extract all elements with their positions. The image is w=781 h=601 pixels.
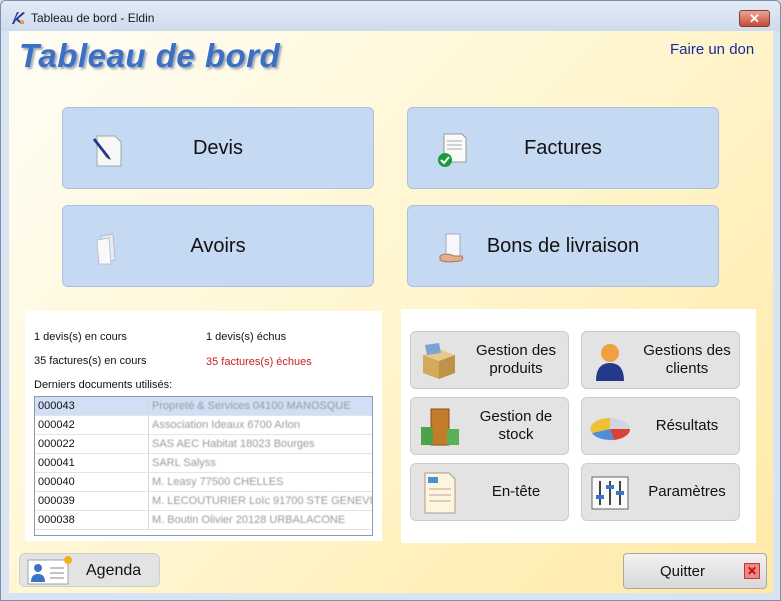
doc-number: 000022 xyxy=(38,438,75,450)
dashboard-area: Tableau de bord Faire un don Devis Factu… xyxy=(9,31,773,593)
doc-client: Propreté & Services 04100 MANOSQUE xyxy=(152,400,351,412)
doc-number: 000041 xyxy=(38,457,75,469)
factures-label: Factures xyxy=(524,137,602,159)
recent-docs-label: Derniers documents utilisés: xyxy=(34,379,173,391)
gestion-produits-button[interactable]: Gestion des produits xyxy=(410,331,569,389)
gestion-stock-button[interactable]: Gestion de stock xyxy=(410,397,569,455)
summary-panel: 1 devis(s) en cours 1 devis(s) échus 35 … xyxy=(25,311,382,541)
app-logo-icon xyxy=(12,12,25,24)
doc-number: 000038 xyxy=(38,514,75,526)
list-item[interactable]: 000022 SAS AEC Habitat 18023 Bourges xyxy=(35,435,372,454)
doc-number: 000043 xyxy=(38,400,75,412)
quit-button[interactable]: Quitter ✕ xyxy=(623,553,767,589)
letterhead-icon xyxy=(424,472,456,514)
devis-en-cours-text: 1 devis(s) en cours xyxy=(34,331,127,343)
column-divider xyxy=(148,492,149,510)
column-divider xyxy=(148,435,149,453)
page-title: Tableau de bord xyxy=(19,37,281,74)
bons-livraison-button[interactable]: Bons de livraison xyxy=(407,205,719,287)
doc-number: 000042 xyxy=(38,419,75,431)
gestion-produits-label: Gestion des produits xyxy=(475,342,557,377)
column-divider xyxy=(148,416,149,434)
doc-client: SARL Salyss xyxy=(152,457,216,469)
recent-docs-list[interactable]: 000043 Propreté & Services 04100 MANOSQUE… xyxy=(34,396,373,536)
list-item[interactable]: 000039 M. LECOUTURIER Loïc 91700 STE GENE… xyxy=(35,492,372,511)
devis-button[interactable]: Devis xyxy=(62,107,374,189)
list-item[interactable]: 000043 Propreté & Services 04100 MANOSQUE xyxy=(35,397,372,416)
gestion-clients-label: Gestions des clients xyxy=(643,342,731,377)
tools-panel: Gestion des produits Gestions des client… xyxy=(401,309,756,543)
column-divider xyxy=(148,473,149,491)
resultats-button[interactable]: Résultats xyxy=(581,397,740,455)
close-icon: ✕ xyxy=(744,563,760,579)
gestion-clients-button[interactable]: Gestions des clients xyxy=(581,331,740,389)
doc-number: 000039 xyxy=(38,495,75,507)
pie-chart-icon xyxy=(590,418,631,441)
en-tete-button[interactable]: En-tête xyxy=(410,463,569,521)
avoirs-button[interactable]: Avoirs xyxy=(62,205,374,287)
devis-echus-text: 1 devis(s) échus xyxy=(206,331,287,343)
agenda-label: Agenda xyxy=(86,562,142,579)
resultats-label: Résultats xyxy=(655,417,719,434)
factures-echues-text: 35 factures(s) échues xyxy=(206,356,312,368)
parametres-label: Paramètres xyxy=(648,483,726,500)
list-item[interactable]: 000041 SARL Salyss xyxy=(35,454,372,473)
doc-client: M. LECOUTURIER Loïc 91700 STE GENEVIEVE xyxy=(152,495,373,507)
contact-card-icon xyxy=(27,556,72,585)
gestion-stock-label: Gestion de stock xyxy=(479,408,553,443)
column-divider xyxy=(148,454,149,472)
doc-client: M. Leasy 77500 CHELLES xyxy=(152,476,284,488)
donate-link[interactable]: Faire un don xyxy=(670,41,754,58)
column-divider xyxy=(148,511,149,529)
stock-crates-icon xyxy=(421,408,459,446)
column-divider xyxy=(148,397,149,415)
list-item[interactable]: 000038 M. Boutin Olivier 20128 URBALACONE xyxy=(35,511,372,530)
list-item[interactable]: 000042 Association Ideaux 6700 Arlon xyxy=(35,416,372,435)
product-box-icon xyxy=(423,343,455,379)
doc-client: M. Boutin Olivier 20128 URBALACONE xyxy=(152,514,346,526)
bons-livraison-label: Bons de livraison xyxy=(486,235,640,257)
doc-client: Association Ideaux 6700 Arlon xyxy=(152,419,300,431)
client-person-icon xyxy=(596,344,624,381)
main-window: Tableau de bord - Eldin ✕ Tableau de bor… xyxy=(0,0,781,601)
list-item[interactable]: 000040 M. Leasy 77500 CHELLES xyxy=(35,473,372,492)
doc-number: 000040 xyxy=(38,476,75,488)
window-close-button[interactable]: ✕ xyxy=(739,10,770,27)
doc-client: SAS AEC Habitat 18023 Bourges xyxy=(152,438,315,450)
title-bar[interactable]: Tableau de bord - Eldin ✕ xyxy=(1,1,780,31)
factures-button[interactable]: Factures xyxy=(407,107,719,189)
parametres-button[interactable]: Paramètres xyxy=(581,463,740,521)
window-title: Tableau de bord - Eldin xyxy=(31,11,155,25)
devis-label: Devis xyxy=(192,137,243,159)
quit-label: Quitter xyxy=(660,563,706,580)
agenda-button[interactable]: Agenda xyxy=(19,553,160,587)
avoirs-label: Avoirs xyxy=(190,235,246,257)
en-tete-label: En-tête xyxy=(491,483,541,500)
settings-sliders-icon xyxy=(591,476,629,510)
factures-en-cours-text: 35 factures(s) en cours xyxy=(34,355,147,367)
